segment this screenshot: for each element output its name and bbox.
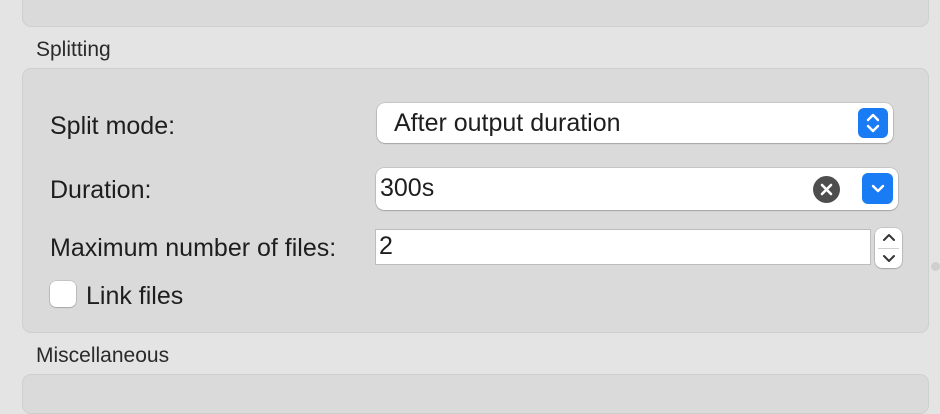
max-files-stepper[interactable]	[875, 228, 902, 268]
max-files-label: Maximum number of files:	[50, 234, 337, 262]
max-files-field[interactable]: 2	[375, 229, 871, 265]
chevron-up-icon[interactable]	[875, 228, 902, 248]
misc-section-title: Miscellaneous	[36, 344, 170, 367]
max-files-value[interactable]: 2	[379, 232, 393, 261]
clear-circle-icon[interactable]	[813, 176, 840, 203]
duration-label: Duration:	[50, 176, 152, 204]
duration-value[interactable]: 300s	[380, 174, 434, 203]
split-mode-popup[interactable]: After output duration	[377, 103, 893, 143]
up-down-chevron-icon[interactable]	[858, 108, 888, 138]
link-files-checkbox[interactable]	[50, 281, 76, 307]
scrollbar-indicator[interactable]	[931, 262, 940, 271]
duration-combo-box[interactable]: 300s	[376, 168, 898, 210]
chevron-down-icon[interactable]	[875, 248, 902, 268]
link-files-label[interactable]: Link files	[86, 282, 183, 311]
misc-section-box	[22, 374, 929, 414]
splitting-section-title: Splitting	[36, 38, 111, 61]
previous-section-box	[22, 0, 929, 27]
split-mode-label: Split mode:	[50, 112, 176, 140]
split-mode-value: After output duration	[394, 109, 621, 137]
chevron-down-icon[interactable]	[862, 173, 893, 204]
